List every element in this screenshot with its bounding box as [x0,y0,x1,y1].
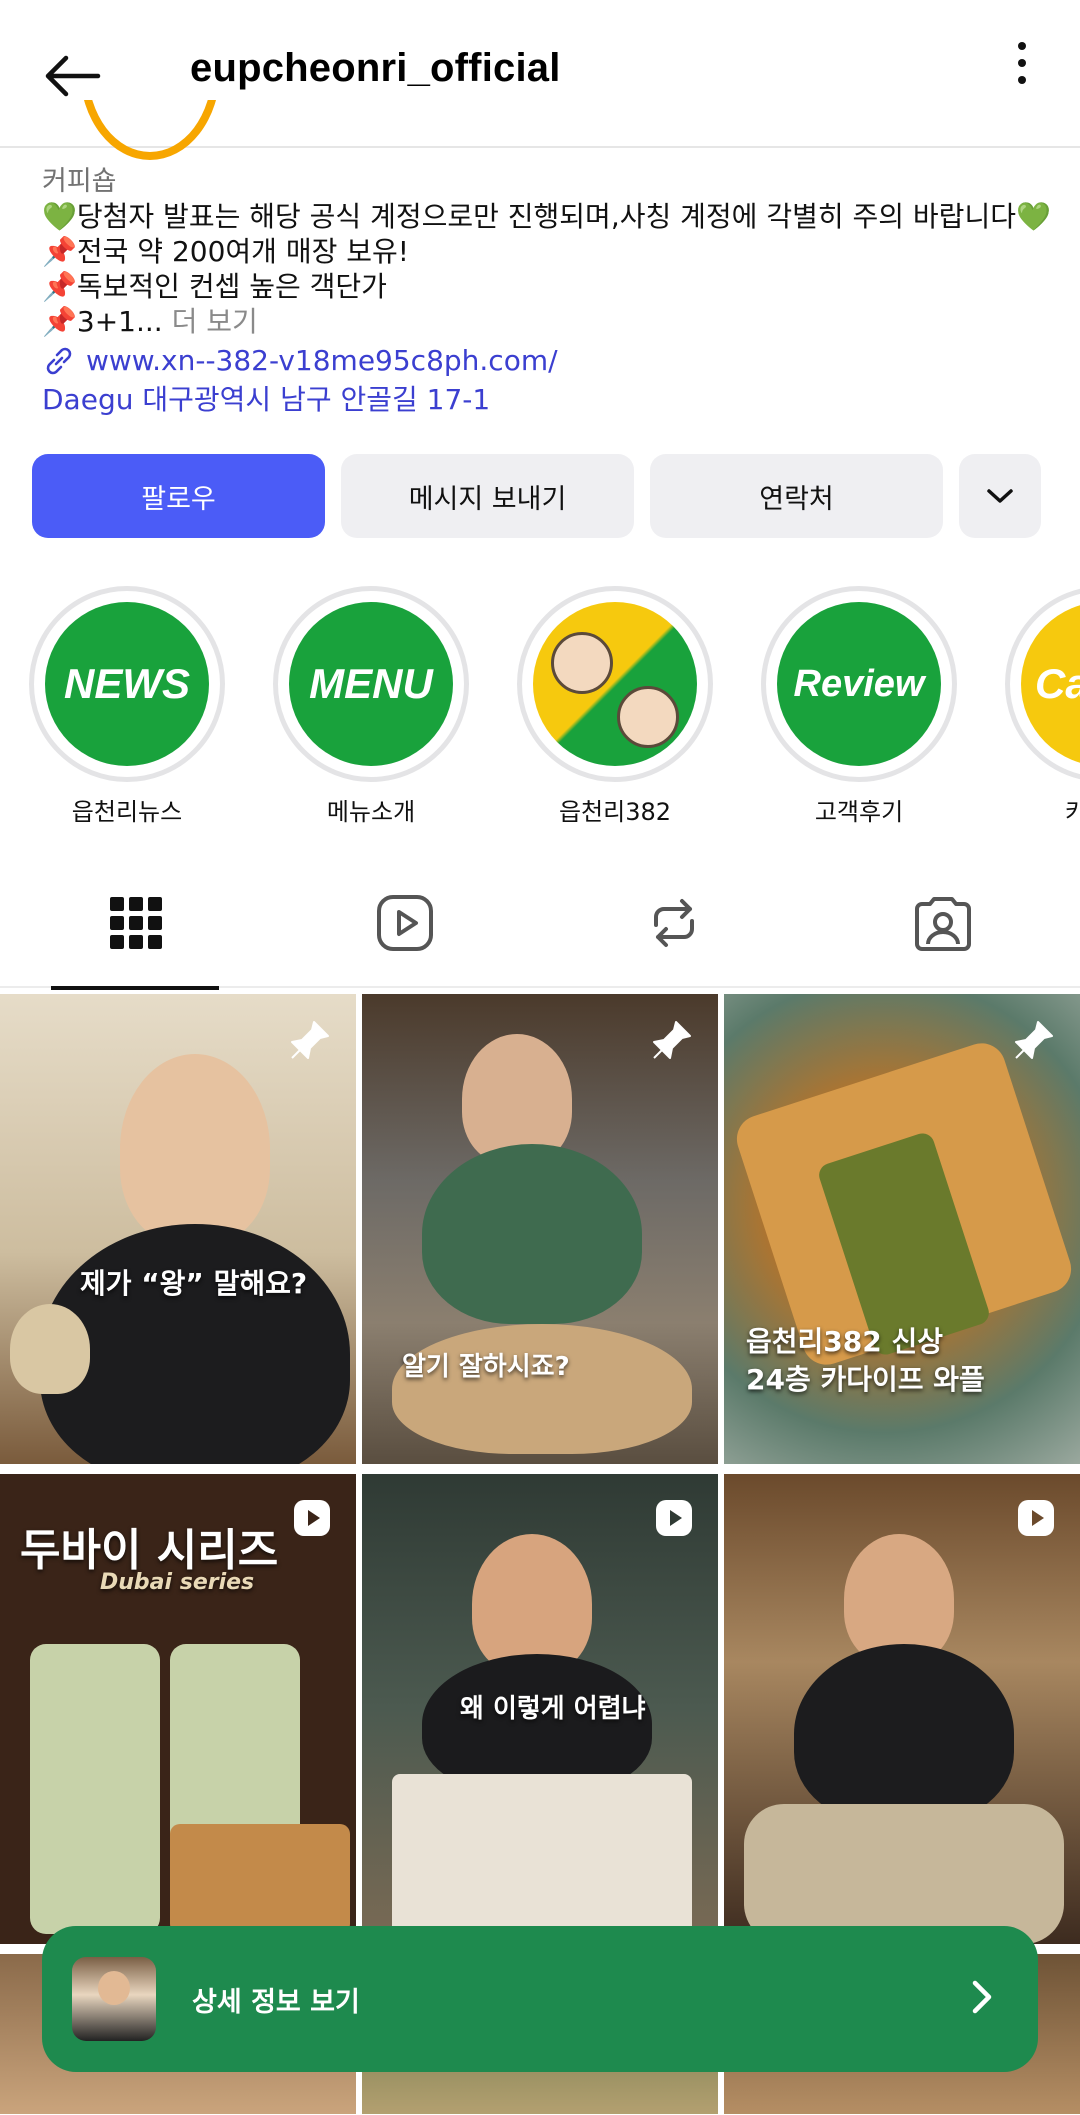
highlight-cover: Review [777,602,941,766]
bio-text: 3+1... [76,305,163,338]
pinned-icon [288,1018,332,1066]
pin-emoji: 📌 [42,305,77,338]
post-thumbnail[interactable]: 알기 잘하시죠? [362,994,718,1464]
green-heart-emoji: 💚 [1015,200,1051,233]
suggested-accounts-button[interactable] [959,454,1041,538]
tab-reels[interactable] [320,860,490,986]
reel-icon [1016,1498,1056,1542]
tab-tagged[interactable] [858,860,1028,986]
contact-button[interactable]: 연락처 [650,454,943,538]
bio-line: 📌3+1... 더 보기 [42,304,1052,339]
highlight-item[interactable]: Review 고객후기 [761,586,957,826]
more-options-icon[interactable] [1002,38,1042,88]
bio-line: 💚당첨자 발표는 해당 공식 계정으로만 진행되며,사칭 계정에 각별히 주의 … [42,199,1052,234]
highlight-cover: Ca [1021,602,1080,766]
banner-thumbnail [72,1957,156,2041]
post-thumbnail[interactable] [724,1474,1080,1944]
highlight-label: 메뉴소개 [326,798,416,826]
address-link[interactable]: Daegu 대구광역시 남구 안골길 17-1 [42,382,1052,417]
highlight-label: 읍천리뉴스 [71,798,183,826]
reel-icon [292,1498,332,1542]
pinned-icon [650,1018,694,1066]
highlight-label: 고객후기 [814,798,904,826]
link-icon [46,347,72,374]
green-heart-emoji: 💚 [42,200,77,233]
highlight-item[interactable]: 읍천리382 [517,586,713,826]
post-caption: 읍천리382 신상 [746,1325,943,1358]
profile-avatar[interactable] [70,100,230,164]
post-thumbnail[interactable]: 제가 “왕” 말해요? [0,994,356,1464]
post-thumbnail[interactable]: 왜 이렇게 어렵냐 [362,1474,718,1944]
bio-text: 전국 약 200여개 매장 보유! [76,235,409,268]
post-caption: 제가 “왕” 말해요? [80,1267,308,1300]
highlight-label: 읍천리382 [558,798,672,826]
highlight-cover: NEWS [45,602,209,766]
bio-text: 독보적인 컨셉 높은 객단가 [76,270,387,303]
reels-play-icon [377,895,433,951]
story-highlights: NEWS 읍천리뉴스 MENU 메뉴소개 읍천리382 Review 고객후기 … [0,586,1080,826]
post-caption: Dubai series [100,1570,255,1595]
tab-posts[interactable] [51,860,221,990]
bio-line: 📌전국 약 200여개 매장 보유! [42,234,1052,269]
tagged-person-icon [915,897,971,951]
banner-label: 상세 정보 보기 [192,1986,360,2018]
see-more-link[interactable]: 더 보기 [172,305,258,338]
pin-emoji: 📌 [42,270,77,303]
chevron-right-icon [970,1979,994,2019]
pin-emoji: 📌 [42,235,77,268]
highlight-cover: MENU [289,602,453,766]
tab-reposts[interactable] [589,860,759,986]
website-link[interactable]: www.xn--382-v18me95c8ph.com/ [42,343,1052,378]
post-caption: 24층 카다이프 와플 [746,1363,985,1396]
character-face-icon [617,686,679,748]
highlight-item[interactable]: MENU 메뉴소개 [273,586,469,826]
highlight-item[interactable]: Ca 카 [1005,586,1080,826]
highlight-item[interactable]: NEWS 읍천리뉴스 [29,586,225,826]
character-face-icon [551,632,613,694]
chevron-down-icon [987,489,1013,503]
bio-line: 📌독보적인 컨셉 높은 객단가 [42,269,1052,304]
view-details-banner[interactable]: 상세 정보 보기 [42,1926,1038,2072]
grid-icon [110,897,162,949]
post-thumbnail[interactable]: 읍천리382 신상 24층 카다이프 와플 [724,994,1080,1464]
post-caption: 두바이 시리즈 [20,1525,279,1576]
bio-text: 당첨자 발표는 해당 공식 계정으로만 진행되며,사칭 계정에 각별히 주의 바… [76,200,1016,233]
follow-button[interactable]: 팔로우 [32,454,325,538]
message-button[interactable]: 메시지 보내기 [341,454,634,538]
post-caption: 왜 이렇게 어렵냐 [460,1694,646,1724]
website-url[interactable]: www.xn--382-v18me95c8ph.com/ [86,343,558,378]
repost-icon [654,899,694,947]
reel-icon [654,1498,694,1542]
post-thumbnail[interactable]: 두바이 시리즈 Dubai series [0,1474,356,1944]
profile-username: eupcheonri_official [190,46,561,90]
pinned-icon [1012,1018,1056,1066]
post-caption: 알기 잘하시죠? [402,1352,570,1382]
profile-tabs [0,860,1080,990]
profile-bio: 커피숍 💚당첨자 발표는 해당 공식 계정으로만 진행되며,사칭 계정에 각별히… [42,164,1052,417]
profile-category: 커피숍 [42,166,117,197]
highlight-cover [533,602,697,766]
profile-actions: 팔로우 메시지 보내기 연락처 [32,454,1048,538]
highlight-label: 카 [1065,798,1080,826]
